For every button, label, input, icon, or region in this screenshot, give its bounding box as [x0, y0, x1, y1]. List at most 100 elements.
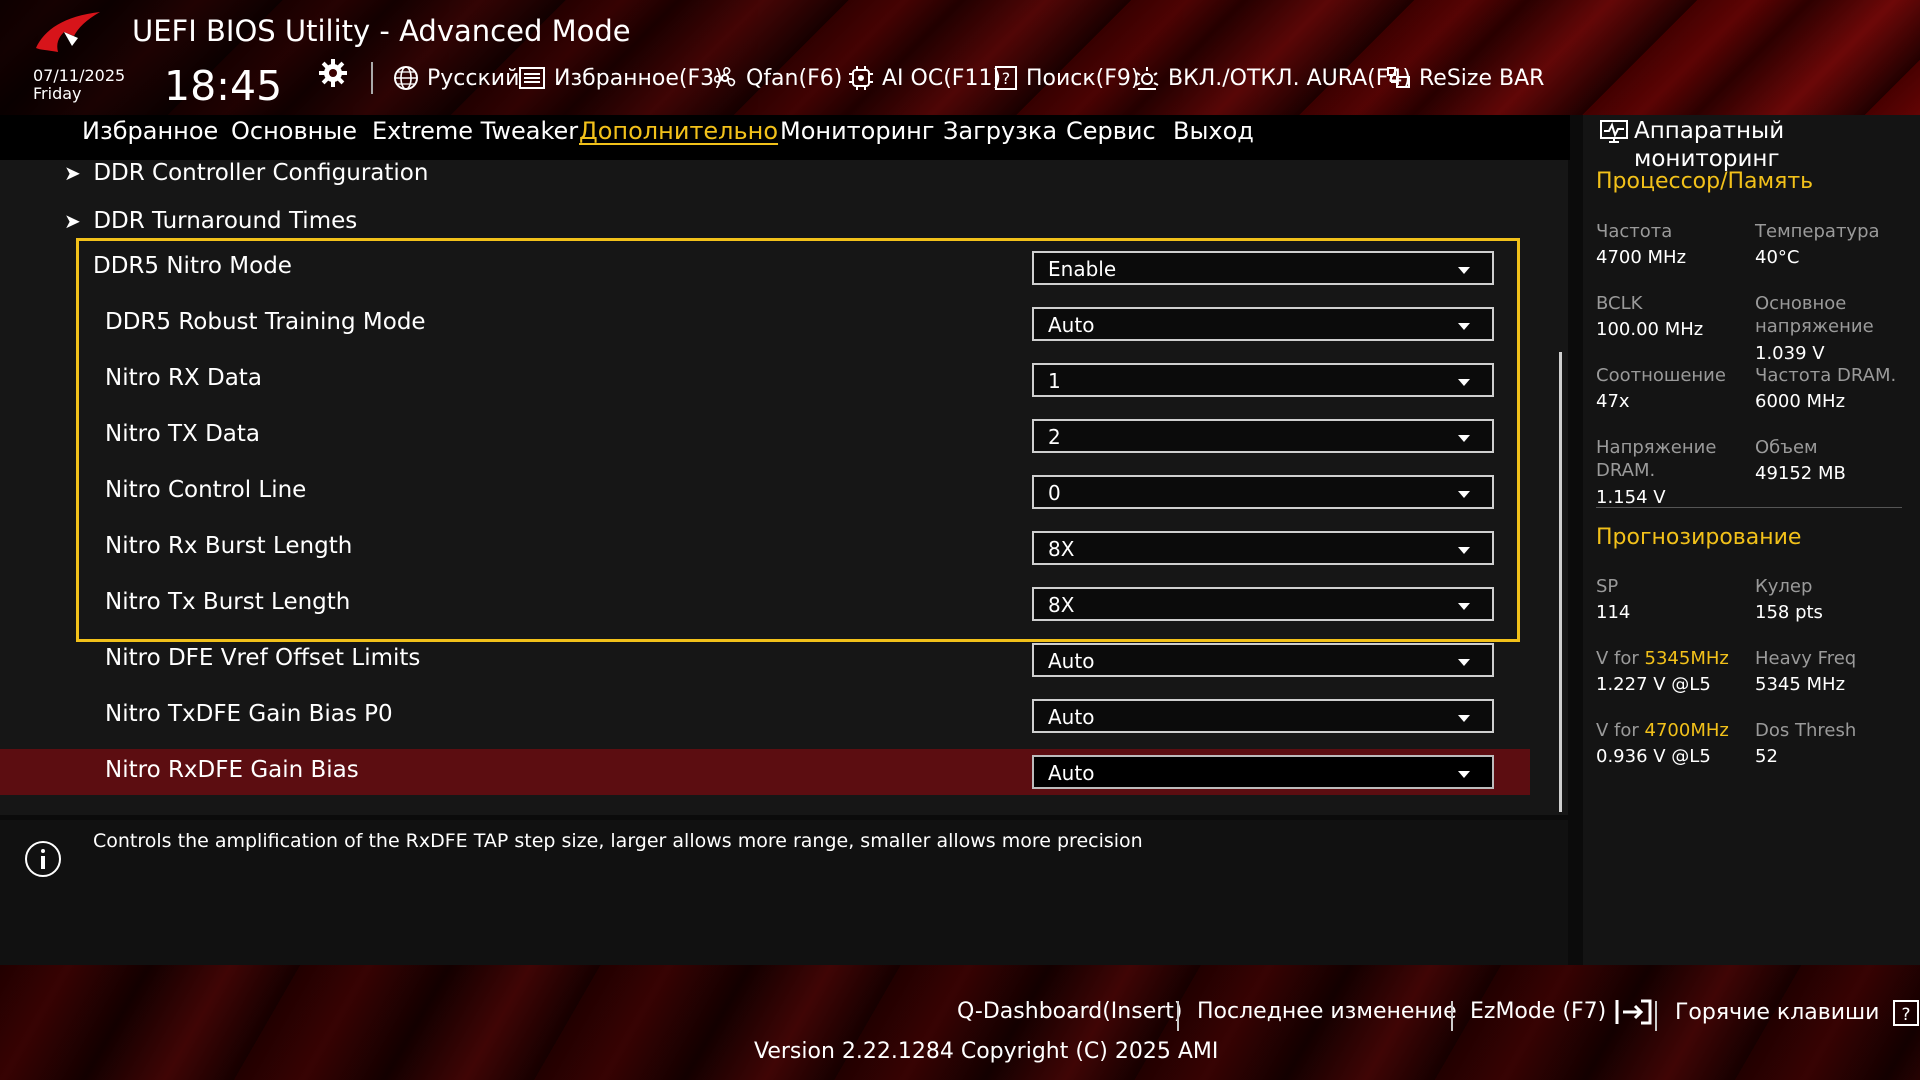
exit-arrow-icon	[1615, 999, 1652, 1025]
caret-down-icon	[1458, 379, 1470, 386]
qfan-button[interactable]: Qfan(F6)	[712, 60, 842, 96]
submenu-ddr-controller-configuration[interactable]: ➤ DDR Controller Configuration	[64, 160, 428, 186]
resize-bar-icon	[1387, 67, 1410, 88]
aura-toggle-button[interactable]: ВКЛ./ОТКЛ. AURA(F4)	[1134, 60, 1411, 96]
ezmode-button[interactable]: EzMode (F7)	[1470, 999, 1653, 1025]
hw-monitor-title: Аппаратный мониторинг	[1634, 117, 1784, 173]
v-for-prefix: V for	[1596, 720, 1645, 741]
language-label: Русский	[427, 65, 520, 91]
globe-icon	[394, 66, 418, 90]
setting-dropdown[interactable]: Enable	[1032, 251, 1494, 285]
setting-row-nitro-rx-data[interactable]: Nitro RX Data 1	[0, 357, 1530, 403]
setting-row-nitro-txdfe-gain-bias-p0[interactable]: Nitro TxDFE Gain Bias P0 Auto	[0, 693, 1530, 739]
scrollbar[interactable]	[1559, 352, 1562, 812]
v-for-frequency: 5345MHz	[1644, 648, 1729, 669]
setting-row-ddr5-nitro-mode[interactable]: DDR5 Nitro Mode Enable	[0, 245, 1530, 291]
setting-dropdown[interactable]: Auto	[1032, 755, 1494, 789]
hw-label-sp: SP	[1596, 576, 1619, 597]
gear-icon[interactable]	[318, 58, 348, 88]
dropdown-value: 8X	[1048, 537, 1075, 561]
language-button[interactable]: Русский	[393, 60, 519, 96]
setting-dropdown[interactable]: 8X	[1032, 531, 1494, 565]
caret-down-icon	[1458, 435, 1470, 442]
chevron-right-icon: ➤	[64, 209, 81, 233]
tab-boot[interactable]: Загрузка	[943, 117, 1057, 145]
help-description-panel: Controls the amplification of the RxDFE …	[0, 820, 1568, 965]
setting-label: Nitro Rx Burst Length	[105, 533, 353, 559]
ai-chip-icon	[849, 66, 873, 90]
footer-bar: Q-Dashboard(Insert) Последнее изменение …	[0, 965, 1920, 1080]
setting-dropdown[interactable]: 1	[1032, 363, 1494, 397]
favorites-label: Избранное(F3)	[554, 65, 723, 91]
cpu-memory-section-title: Процессор/Память	[1596, 169, 1814, 194]
setting-label: Nitro Control Line	[105, 477, 307, 503]
hotkeys-label: Горячие клавиши	[1675, 1000, 1880, 1025]
search-button[interactable]: ? Поиск(F9)	[994, 60, 1140, 96]
dropdown-value: Auto	[1048, 705, 1095, 729]
dropdown-value: Enable	[1048, 257, 1117, 281]
setting-dropdown[interactable]: Auto	[1032, 643, 1494, 677]
setting-row-nitro-tx-burst-length[interactable]: Nitro Tx Burst Length 8X	[0, 581, 1530, 627]
hw-label-temperature: Температура	[1755, 221, 1880, 242]
setting-row-nitro-dfe-vref-offset-limits[interactable]: Nitro DFE Vref Offset Limits Auto	[0, 637, 1530, 683]
date-display: 07/11/2025	[33, 66, 126, 85]
tab-monitor[interactable]: Мониторинг	[780, 117, 934, 145]
caret-down-icon	[1458, 547, 1470, 554]
tab-tool[interactable]: Сервис	[1066, 117, 1156, 145]
hw-label-capacity: Объем	[1755, 437, 1818, 458]
caret-down-icon	[1458, 603, 1470, 610]
search-label: Поиск(F9)	[1026, 65, 1140, 91]
setting-row-nitro-tx-data[interactable]: Nitro TX Data 2	[0, 413, 1530, 459]
hw-label-dram-voltage: Напряжение DRAM.	[1596, 437, 1717, 481]
setting-row-robust-training-mode[interactable]: DDR5 Robust Training Mode Auto	[0, 301, 1530, 347]
setting-label: DDR5 Nitro Mode	[93, 253, 292, 279]
hw-label-core-voltage: Основное напряжение	[1755, 293, 1874, 337]
setting-row-nitro-control-line[interactable]: Nitro Control Line 0	[0, 469, 1530, 515]
setting-row-nitro-rx-burst-length[interactable]: Nitro Rx Burst Length 8X	[0, 525, 1530, 571]
q-dashboard-button[interactable]: Q-Dashboard(Insert)	[957, 999, 1183, 1024]
hw-value-bclk: 100.00 MHz	[1596, 319, 1704, 340]
tab-advanced[interactable]: Дополнительно	[579, 117, 778, 145]
setting-dropdown[interactable]: Auto	[1032, 699, 1494, 733]
hw-value-dos-thresh: 52	[1755, 746, 1778, 767]
hw-value-ratio: 47x	[1596, 391, 1630, 412]
v-for-frequency: 4700MHz	[1644, 720, 1729, 741]
setting-dropdown[interactable]: Auto	[1032, 307, 1494, 341]
dropdown-value: 2	[1048, 425, 1061, 449]
tab-exit[interactable]: Выход	[1173, 117, 1254, 145]
hw-title-line1: Аппаратный	[1634, 118, 1785, 144]
resize-bar-button[interactable]: ReSize BAR	[1385, 60, 1544, 96]
footer-divider	[1451, 1001, 1453, 1031]
ezmode-label: EzMode (F7)	[1470, 999, 1607, 1024]
hardware-monitor-panel: Аппаратный мониторинг Процессор/Память Ч…	[1583, 115, 1920, 965]
footer-divider	[1177, 1001, 1179, 1031]
svg-text:?: ?	[1002, 69, 1011, 88]
submenu-ddr-turnaround-times[interactable]: ➤ DDR Turnaround Times	[64, 208, 357, 234]
hotkeys-button[interactable]: Горячие клавиши ?	[1675, 999, 1920, 1027]
hw-value-heavy-freq: 5345 MHz	[1755, 674, 1846, 695]
hw-value-capacity: 49152 MB	[1755, 463, 1846, 484]
setting-dropdown[interactable]: 8X	[1032, 587, 1494, 621]
setting-label: Nitro TX Data	[105, 421, 260, 447]
submenu-label: DDR Controller Configuration	[93, 160, 429, 186]
setting-label: Nitro TxDFE Gain Bias P0	[105, 701, 393, 727]
ai-oc-button[interactable]: AI OC(F11)	[848, 60, 1001, 96]
hw-label-dos-thresh: Dos Thresh	[1755, 720, 1857, 741]
tab-extreme-tweaker[interactable]: Extreme Tweaker	[372, 117, 578, 145]
submenu-label: DDR Turnaround Times	[93, 208, 358, 234]
chevron-right-icon: ➤	[64, 161, 81, 185]
setting-row-nitro-rxdfe-gain-bias-selected[interactable]: Nitro RxDFE Gain Bias Auto	[0, 749, 1530, 795]
version-text: Version 2.22.1284 Copyright (C) 2025 AMI	[754, 1039, 1219, 1064]
setting-dropdown[interactable]: 0	[1032, 475, 1494, 509]
tab-favorites[interactable]: Избранное	[82, 117, 218, 145]
caret-down-icon	[1458, 323, 1470, 330]
setting-dropdown[interactable]: 2	[1032, 419, 1494, 453]
search-help-icon: ?	[995, 66, 1017, 90]
last-change-button[interactable]: Последнее изменение	[1197, 999, 1457, 1024]
header-bar: UEFI BIOS Utility - Advanced Mode 07/11/…	[0, 0, 1920, 115]
toolbar-divider	[371, 62, 373, 94]
tab-main[interactable]: Основные	[231, 117, 357, 145]
favorites-button[interactable]: Избранное(F3)	[518, 60, 723, 96]
hw-label-v-for-5345: V for 5345MHz	[1596, 647, 1729, 670]
caret-down-icon	[1458, 267, 1470, 274]
